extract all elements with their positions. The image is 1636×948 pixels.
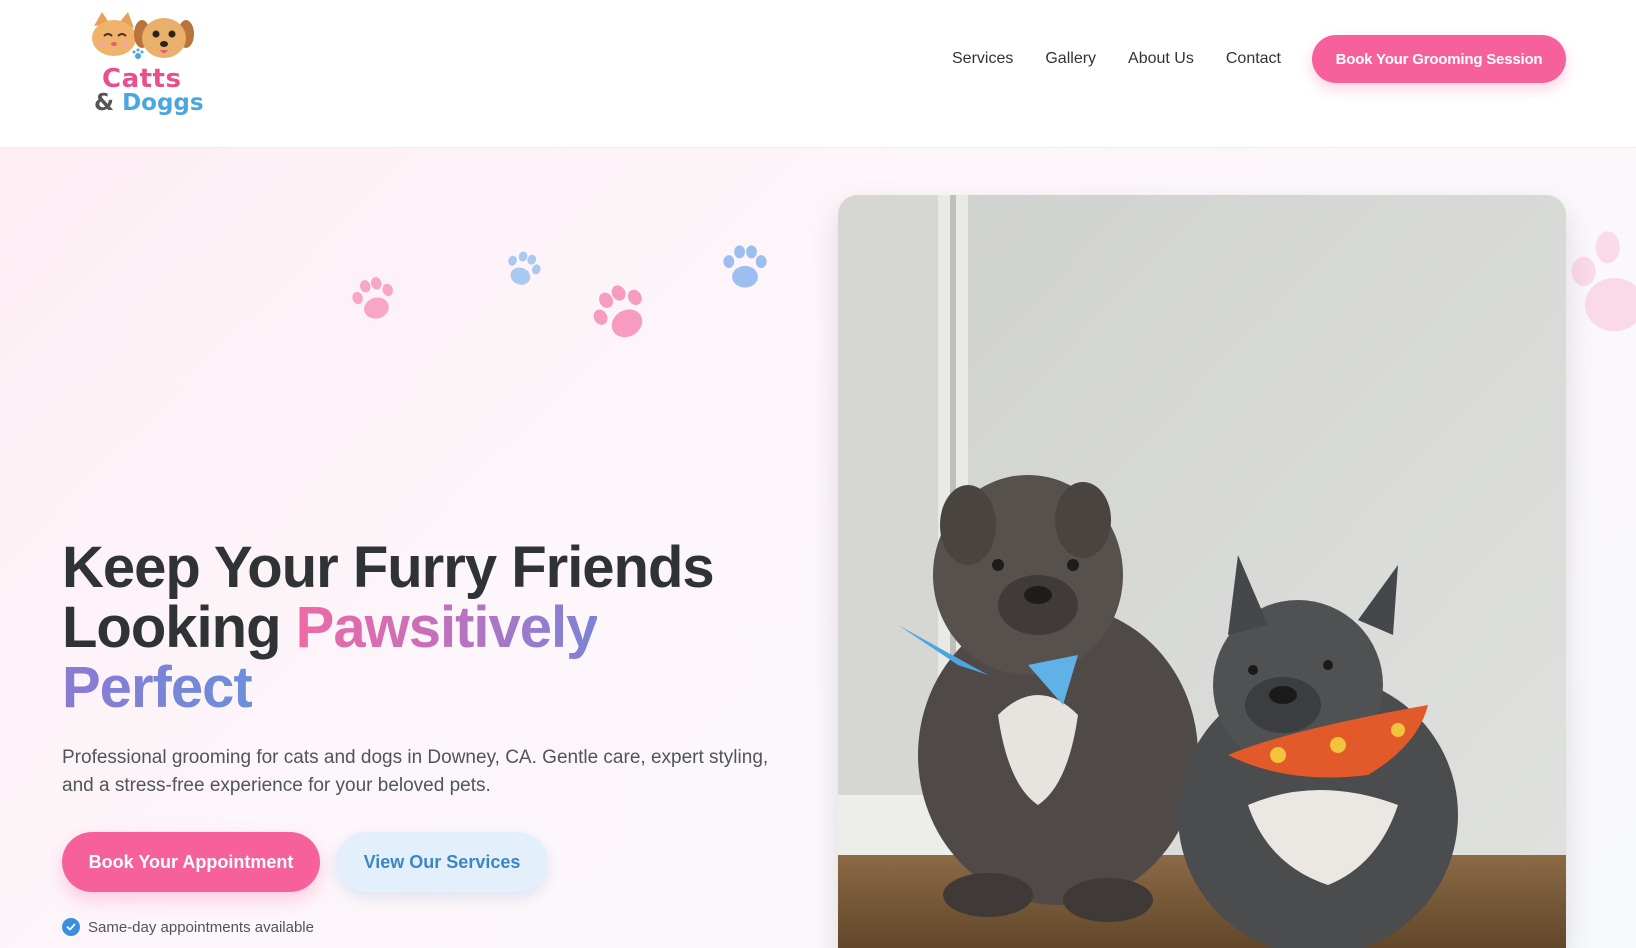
hero-photo-two-dogs <box>838 195 1566 948</box>
book-grooming-session-button[interactable]: Book Your Grooming Session <box>1312 35 1566 83</box>
hero-title-highlight: Pawsitively <box>295 595 599 660</box>
brand-logo[interactable]: Catts & Doggs <box>90 12 204 116</box>
nav-link-services[interactable]: Services <box>952 48 1013 70</box>
nav-link-about-us[interactable]: About Us <box>1128 48 1194 70</box>
paw-print-icon <box>593 285 643 338</box>
check-circle-icon <box>62 918 80 936</box>
hero-title-line1: Keep Your Furry Friends <box>62 535 715 600</box>
site-header: Catts & Doggs Services Gallery About Us … <box>0 0 1636 148</box>
nav-link-gallery[interactable]: Gallery <box>1045 48 1096 70</box>
paw-print-icon <box>508 251 541 285</box>
paw-print-icon <box>352 277 393 319</box>
hero-title-highlight-2: Perfect <box>62 655 253 720</box>
brand-ampersand: & <box>94 90 115 116</box>
dogs-photo-illustration <box>838 195 1566 948</box>
perk-same-day: Same-day appointments available <box>62 918 314 936</box>
hero-subtitle: Professional grooming for cats and dogs … <box>62 747 769 796</box>
book-appointment-button[interactable]: Book Your Appointment <box>62 832 320 892</box>
nav-link-contact[interactable]: Contact <box>1226 48 1281 70</box>
hero-title-line2: Looking <box>62 595 296 660</box>
paw-print-icon <box>723 245 767 288</box>
paw-print-icon <box>1571 231 1636 332</box>
brand-name-line2: & Doggs <box>94 90 204 116</box>
view-services-button[interactable]: View Our Services <box>336 832 548 892</box>
hero-title: Keep Your Furry Friends Looking Pawsitiv… <box>62 538 822 718</box>
cat-dog-logo-icon <box>92 12 194 59</box>
perk-text: Same-day appointments available <box>88 918 314 936</box>
brand-name-dogs: Doggs <box>122 90 204 116</box>
main-nav: Services Gallery About Us Contact <box>952 48 1281 70</box>
